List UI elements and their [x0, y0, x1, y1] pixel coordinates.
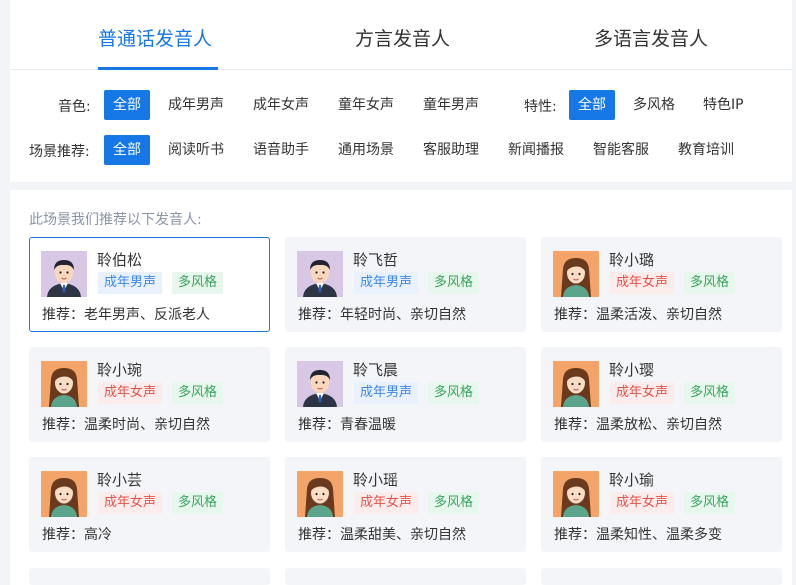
gender-tag: 成年女声	[610, 382, 675, 404]
recommend-text: 推荐：温柔活泼、亲切自然	[554, 307, 722, 323]
female-avatar-icon	[553, 471, 599, 517]
recommend-text: 推荐：老年男声、反派老人	[42, 307, 210, 323]
recommend-text: 推荐：温柔知性、温柔多变	[554, 527, 722, 543]
scene-label: 场景推荐:	[29, 144, 90, 160]
scene-chip-general[interactable]: 通用场景	[329, 135, 403, 165]
scene-chip-assistant[interactable]: 语音助手	[244, 135, 318, 165]
style-tag: 多风格	[428, 382, 480, 404]
voice-card[interactable]: 聆飞晨成年男声 多风格推荐：青春温暖	[285, 347, 526, 442]
scene-filter-row: 场景推荐: 全部 阅读听书 语音助手 通用场景 客服助理 新闻播报 智能客服 教…	[10, 135, 792, 165]
female-avatar-icon	[553, 361, 599, 407]
feature-chip-multi-style[interactable]: 多风格	[624, 90, 684, 120]
style-tag: 多风格	[172, 382, 224, 404]
male-avatar-icon	[41, 251, 87, 297]
voice-card[interactable]: 聆小芸成年女声 多风格推荐：高冷	[29, 457, 270, 552]
female-avatar-icon	[297, 471, 343, 517]
voice-name: 聆伯松	[97, 251, 143, 269]
gender-tag: 成年女声	[354, 492, 419, 514]
gender-tag: 成年男声	[98, 272, 163, 294]
feature-chip-all[interactable]: 全部	[569, 90, 615, 120]
tab-multilingual[interactable]: 多语言发音人	[594, 24, 708, 51]
gender-tag: 成年男声	[354, 272, 419, 294]
voice-card[interactable]: 聆小瑜成年女声 多风格推荐：温柔知性、温柔多变	[541, 457, 782, 552]
style-tag: 多风格	[684, 272, 736, 294]
voice-card[interactable]: 聆飞哲成年男声 多风格推荐：年轻时尚、亲切自然	[285, 237, 526, 332]
gender-tag: 成年女声	[610, 272, 675, 294]
timbre-chip-adult-female[interactable]: 成年女声	[244, 90, 318, 120]
voice-name: 聆小璐	[609, 251, 655, 269]
recommend-text: 推荐：年轻时尚、亲切自然	[298, 307, 466, 323]
timbre-chip-child-female[interactable]: 童年女声	[329, 90, 403, 120]
style-tag: 多风格	[684, 382, 736, 404]
timbre-chip-child-male[interactable]: 童年男声	[414, 90, 488, 120]
style-tag: 多风格	[428, 492, 480, 514]
gender-tag: 成年女声	[98, 492, 163, 514]
female-avatar-icon	[41, 471, 87, 517]
male-avatar-icon	[297, 361, 343, 407]
voice-card[interactable]: 聆小璎成年女声 多风格推荐：温柔放松、亲切自然	[541, 347, 782, 442]
style-tag: 多风格	[428, 272, 480, 294]
style-tag: 多风格	[172, 492, 224, 514]
scene-chip-news[interactable]: 新闻播报	[499, 135, 573, 165]
timbre-chip-all[interactable]: 全部	[104, 90, 150, 120]
feature-label: 特性:	[524, 99, 557, 115]
style-tag: 多风格	[172, 272, 224, 294]
recommend-text: 推荐：温柔放松、亲切自然	[554, 417, 722, 433]
gender-tag: 成年女声	[610, 492, 675, 514]
style-tag: 多风格	[684, 492, 736, 514]
voice-category-tabs: 普通话发音人 方言发音人 多语言发音人	[10, 0, 792, 70]
tab-dialect[interactable]: 方言发音人	[355, 24, 450, 51]
voice-card[interactable]: 聆小瑶成年女声 多风格推荐：温柔甜美、亲切自然	[285, 457, 526, 552]
filter-panel: 普通话发音人 方言发音人 多语言发音人 音色: 全部 成年男声 成年女声 童年女…	[10, 0, 792, 182]
voice-name: 聆小芸	[97, 471, 143, 489]
scene-chip-smart-service[interactable]: 智能客服	[584, 135, 658, 165]
gender-tag: 成年男声	[354, 382, 419, 404]
voice-name: 聆飞哲	[353, 251, 399, 269]
active-tab-indicator	[98, 67, 218, 70]
scene-chip-reading[interactable]: 阅读听书	[159, 135, 233, 165]
timbre-chip-adult-male[interactable]: 成年男声	[159, 90, 233, 120]
timbre-label: 音色:	[58, 99, 91, 115]
voice-card[interactable]: 聆伯松成年男声 多风格推荐：老年男声、反派老人	[29, 237, 270, 332]
section-hint: 此场景我们推荐以下发音人:	[29, 212, 202, 228]
voice-card[interactable]: 聆小璐成年女声 多风格推荐：温柔活泼、亲切自然	[541, 237, 782, 332]
voice-name: 聆小璎	[609, 361, 655, 379]
scene-chip-education[interactable]: 教育培训	[669, 135, 743, 165]
recommend-text: 推荐：高冷	[42, 527, 112, 543]
feature-chip-ip[interactable]: 特色IP	[694, 90, 753, 120]
tab-mandarin[interactable]: 普通话发音人	[98, 24, 212, 51]
voice-card-peek	[285, 568, 526, 585]
voice-name: 聆小琬	[97, 361, 143, 379]
recommend-text: 推荐：青春温暖	[298, 417, 396, 433]
female-avatar-icon	[41, 361, 87, 407]
voice-card-peek	[29, 568, 270, 585]
voice-name: 聆飞晨	[353, 361, 399, 379]
voice-name: 聆小瑜	[609, 471, 655, 489]
male-avatar-icon	[297, 251, 343, 297]
recommend-text: 推荐：温柔时尚、亲切自然	[42, 417, 210, 433]
scene-chip-all[interactable]: 全部	[104, 135, 150, 165]
gender-tag: 成年女声	[98, 382, 163, 404]
voice-card-peek	[541, 568, 782, 585]
voice-card[interactable]: 聆小琬成年女声 多风格推荐：温柔时尚、亲切自然	[29, 347, 270, 442]
female-avatar-icon	[553, 251, 599, 297]
timbre-filter-row: 音色: 全部 成年男声 成年女声 童年女声 童年男声 特性: 全部 多风格 特色…	[10, 90, 792, 120]
voice-name: 聆小瑶	[353, 471, 399, 489]
scene-chip-service-assistant[interactable]: 客服助理	[414, 135, 488, 165]
recommend-text: 推荐：温柔甜美、亲切自然	[298, 527, 466, 543]
